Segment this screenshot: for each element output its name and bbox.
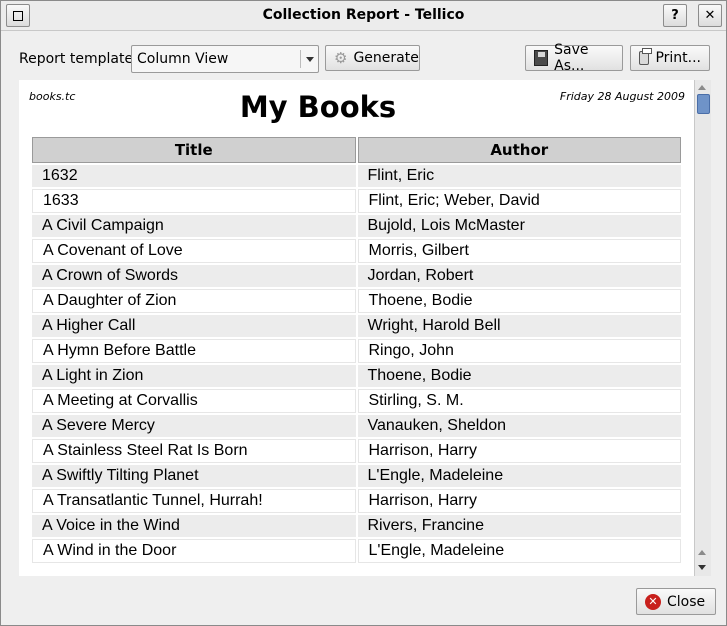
table-row: A Transatlantic Tunnel, Hurrah! Harrison,… [32, 489, 681, 513]
save-icon [534, 50, 549, 66]
scroll-down-arrow-icon[interactable] [698, 565, 706, 570]
title-cell: A Crown of Swords [32, 265, 356, 287]
title-cell: A Higher Call [32, 315, 356, 337]
generate-label: Generate [353, 50, 419, 66]
printer-icon [639, 48, 653, 65]
save-as-label: Save As... [554, 42, 589, 74]
table-row: A Higher Call Wright, Harold Bell [32, 315, 681, 337]
title-cell: A Meeting at Corvallis [32, 389, 356, 413]
title-cell: A Hymn Before Battle [32, 339, 356, 363]
table-row: A Meeting at Corvallis Stirling, S. M. [32, 389, 681, 413]
title-cell: A Transatlantic Tunnel, Hurrah! [32, 489, 356, 513]
author-cell: Stirling, S. M. [357, 389, 681, 413]
report-template-label: Report template: [19, 51, 138, 67]
print-button[interactable]: Print... [630, 45, 710, 71]
table-row: A Voice in the Wind Rivers, Francine [32, 515, 681, 537]
table-row: A Severe Mercy Vanauken, Sheldon [32, 415, 681, 437]
vertical-scrollbar[interactable] [694, 80, 711, 576]
table-row: A Covenant of Love Morris, Gilbert [32, 239, 681, 263]
combo-separator [300, 50, 301, 68]
author-cell: Harrison, Harry [357, 489, 681, 513]
title-cell: A Wind in the Door [32, 539, 356, 563]
title-cell: A Civil Campaign [32, 215, 356, 237]
save-as-button[interactable]: Save As... [525, 42, 623, 74]
author-cell: Flint, Eric; Weber, David [357, 189, 681, 213]
title-cell: A Covenant of Love [32, 239, 356, 263]
author-cell: Flint, Eric [357, 165, 681, 187]
table-row: A Crown of Swords Jordan, Robert [32, 265, 681, 287]
window-title: Collection Report - Tellico [262, 7, 465, 23]
close-label: Close [667, 593, 706, 610]
table-row: 1633 Flint, Eric; Weber, David [32, 189, 681, 213]
title-cell: A Daughter of Zion [32, 289, 356, 313]
table-row: A Wind in the Door L'Engle, Madeleine [32, 539, 681, 563]
author-cell: Thoene, Bodie [357, 289, 681, 313]
table-row: A Stainless Steel Rat Is Born Harrison, H… [32, 439, 681, 463]
author-cell: Rivers, Francine [357, 515, 681, 537]
table-row: A Swiftly Tilting Planet L'Engle, Madelei… [32, 465, 681, 487]
close-button[interactable]: ✕ Close [636, 588, 716, 615]
table-row: A Light in Zion Thoene, Bodie [32, 365, 681, 387]
author-cell: Harrison, Harry [357, 439, 681, 463]
title-bar: Collection Report - Tellico ? ✕ [1, 1, 726, 31]
report-template-combo[interactable]: Column View [131, 45, 319, 73]
author-cell: Ringo, John [357, 339, 681, 363]
scroll-thumb[interactable] [697, 94, 710, 114]
title-cell: A Swiftly Tilting Planet [32, 465, 356, 487]
scroll-up-arrow-bottom-icon[interactable] [698, 550, 706, 555]
table-row: A Daughter of Zion Thoene, Bodie [32, 289, 681, 313]
title-cell: A Light in Zion [32, 365, 356, 387]
author-cell: Bujold, Lois McMaster [357, 215, 681, 237]
column-header-author: Author [357, 137, 681, 163]
author-cell: Vanauken, Sheldon [357, 415, 681, 437]
title-cell: 1632 [32, 165, 356, 187]
table-header-row: Title Author [32, 137, 681, 163]
print-label: Print... [655, 50, 701, 66]
help-button[interactable]: ? [663, 4, 687, 27]
title-cell: 1633 [32, 189, 356, 213]
table-row: A Hymn Before Battle Ringo, John [32, 339, 681, 363]
scroll-up-arrow-icon[interactable] [698, 85, 706, 90]
author-cell: Wright, Harold Bell [357, 315, 681, 337]
report-dialog: Collection Report - Tellico ? ✕ Report t… [0, 0, 727, 626]
table-row: A Civil Campaign Bujold, Lois McMaster [32, 215, 681, 237]
close-icon: ✕ [645, 593, 661, 610]
title-cell: A Voice in the Wind [32, 515, 356, 537]
books-table: Title Author 1632 Flint, Eric 1633 Flint, E… [30, 135, 683, 565]
author-cell: L'Engle, Madeleine [357, 465, 681, 487]
gear-icon: ⚙ [334, 49, 348, 67]
column-header-title: Title [32, 137, 356, 163]
chevron-down-icon [306, 57, 314, 62]
report-view[interactable]: books.tc My Books Friday 28 August 2009 … [19, 80, 694, 576]
report-template-value: Column View [137, 51, 229, 67]
report-title: My Books [239, 90, 397, 124]
author-cell: Jordan, Robert [357, 265, 681, 287]
author-cell: Thoene, Bodie [357, 365, 681, 387]
title-cell: A Stainless Steel Rat Is Born [32, 439, 356, 463]
window-close-button[interactable]: ✕ [698, 4, 722, 27]
report-date: Friday 28 August 2009 [559, 90, 685, 103]
title-cell: A Severe Mercy [32, 415, 356, 437]
author-cell: Morris, Gilbert [357, 239, 681, 263]
author-cell: L'Engle, Madeleine [357, 539, 681, 563]
generate-button[interactable]: ⚙ Generate [325, 45, 420, 71]
table-row: 1632 Flint, Eric [32, 165, 681, 187]
